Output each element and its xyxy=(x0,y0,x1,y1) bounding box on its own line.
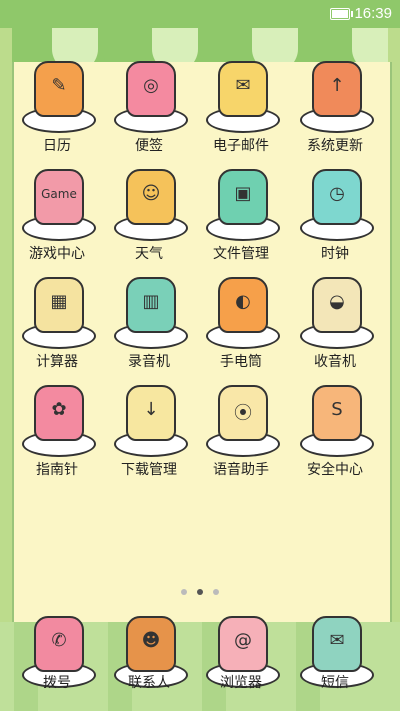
file-manager-icon: ▣ xyxy=(218,169,268,225)
app-label: 计算器 xyxy=(36,354,78,370)
app-notes-cake[interactable]: ◎ 便签 xyxy=(104,55,194,155)
calendar-cake-icon: ✎ xyxy=(34,61,84,117)
weather-cupcake-icon: ☺ xyxy=(126,169,176,225)
voice-assistant-icon: ⦿ xyxy=(218,385,268,441)
app-label: 收音机 xyxy=(314,354,356,370)
app-browser-roll[interactable]: @ 浏览器 xyxy=(196,610,286,710)
radio-cake-icon: ◒ xyxy=(312,277,362,333)
dock: ✆ 拨号 ☻ 联系人 @ 浏览器 ✉ 短信 xyxy=(0,616,400,711)
system-update-icon: ↑ xyxy=(312,61,362,117)
app-system-update[interactable]: ↑ 系统更新 xyxy=(290,55,380,155)
security-center-icon: S xyxy=(312,385,362,441)
app-voice-assistant[interactable]: ⦿ 语音助手 xyxy=(196,379,286,479)
page-dot[interactable] xyxy=(213,589,219,595)
app-flashlight-jelly[interactable]: ◐ 手电筒 xyxy=(196,271,286,371)
app-label: 浏览器 xyxy=(220,675,262,691)
app-dialer-cake[interactable]: ✆ 拨号 xyxy=(12,610,102,710)
app-label: 短信 xyxy=(321,675,349,691)
compass-cake-icon: ✿ xyxy=(34,385,84,441)
app-label: 手电筒 xyxy=(220,354,262,370)
app-label: 电子邮件 xyxy=(213,138,269,154)
messages-cake-icon: ✉ xyxy=(312,616,362,672)
app-calculator[interactable]: ▦ 计算器 xyxy=(12,271,102,371)
status-bar: 16:39 xyxy=(0,0,400,28)
page-indicator xyxy=(0,580,400,599)
app-label: 安全中心 xyxy=(307,462,363,478)
app-calendar-cake[interactable]: ✎ 日历 xyxy=(12,55,102,155)
browser-roll-icon: @ xyxy=(218,616,268,672)
notes-cake-icon: ◎ xyxy=(126,61,176,117)
app-label: 联系人 xyxy=(128,675,170,691)
app-label: 文件管理 xyxy=(213,246,269,262)
app-download-manager[interactable]: ↓ 下载管理 xyxy=(104,379,194,479)
app-email-cake[interactable]: ✉ 电子邮件 xyxy=(196,55,286,155)
status-time: 16:39 xyxy=(354,5,392,22)
app-file-manager[interactable]: ▣ 文件管理 xyxy=(196,163,286,263)
clock-teapot-icon: ◷ xyxy=(312,169,362,225)
app-label: 指南针 xyxy=(36,462,78,478)
app-radio-cake[interactable]: ◒ 收音机 xyxy=(290,271,380,371)
app-game-center[interactable]: Game 游戏中心 xyxy=(12,163,102,263)
flashlight-jelly-icon: ◐ xyxy=(218,277,268,333)
left-pillar xyxy=(0,28,12,628)
app-messages-cake[interactable]: ✉ 短信 xyxy=(290,610,380,710)
page-dot[interactable] xyxy=(197,589,203,595)
app-label: 系统更新 xyxy=(307,138,363,154)
battery-icon xyxy=(330,8,353,20)
app-label: 便签 xyxy=(135,138,163,154)
app-weather-cupcake[interactable]: ☺ 天气 xyxy=(104,163,194,263)
dialer-cake-icon: ✆ xyxy=(34,616,84,672)
app-label: 拨号 xyxy=(43,675,71,691)
app-label: 日历 xyxy=(43,138,71,154)
app-label: 天气 xyxy=(135,246,163,262)
app-clock-teapot[interactable]: ◷ 时钟 xyxy=(290,163,380,263)
app-label: 时钟 xyxy=(321,246,349,262)
app-label: 语音助手 xyxy=(213,462,269,478)
page-dot[interactable] xyxy=(181,589,187,595)
email-cake-icon: ✉ xyxy=(218,61,268,117)
recorder-icon: ▥ xyxy=(126,277,176,333)
app-label: 下载管理 xyxy=(121,462,177,478)
contacts-gingerbread-icon: ☻ xyxy=(126,616,176,672)
game-center-icon: Game xyxy=(34,169,84,225)
calculator-icon: ▦ xyxy=(34,277,84,333)
app-contacts-gingerbread[interactable]: ☻ 联系人 xyxy=(104,610,194,710)
app-label: 录音机 xyxy=(128,354,170,370)
app-recorder[interactable]: ▥ 录音机 xyxy=(104,271,194,371)
download-manager-icon: ↓ xyxy=(126,385,176,441)
app-compass-cake[interactable]: ✿ 指南针 xyxy=(12,379,102,479)
app-security-center[interactable]: S 安全中心 xyxy=(290,379,380,479)
app-label: 游戏中心 xyxy=(29,246,85,262)
